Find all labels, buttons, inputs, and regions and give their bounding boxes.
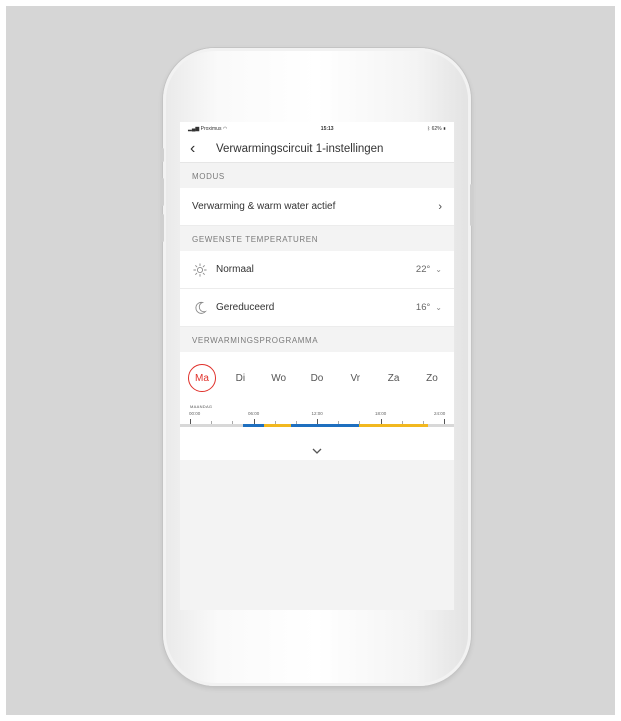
schedule-timeline[interactable]: MAANDAG 00:00 06:00 12:00 18:00 24:00 [180, 404, 454, 440]
section-program: VERWARMINGSPROGRAMMA [192, 336, 319, 345]
chevron-down-icon: ⌄ [435, 265, 442, 274]
carrier-info: ▂▄▆ Proximus ◠ [188, 126, 227, 132]
status-time: 15:13 [320, 126, 334, 132]
section-mode: MODUS [192, 172, 225, 181]
mode-value: Verwarming & warm water actief [192, 201, 336, 212]
timeline-tick [190, 419, 191, 424]
timeline-segment-reduced [290, 424, 360, 427]
carrier-name: Proximus [200, 126, 222, 132]
day-tab-wo[interactable]: Wo [265, 364, 293, 392]
page-title: Verwarmingscircuit 1-instellingen [216, 143, 384, 155]
day-tab-za[interactable]: Za [380, 364, 408, 392]
timeline-tick [211, 421, 213, 424]
battery-percent: 62% [431, 126, 442, 132]
bluetooth-icon: ᛒ [427, 126, 431, 132]
expand-button[interactable] [180, 440, 454, 460]
mute-switch [161, 148, 164, 162]
chevron-right-icon: › [438, 200, 442, 213]
section-temperatures: GEWENSTE TEMPERATUREN [192, 235, 319, 244]
mode-row[interactable]: Verwarming & warm water actief › [180, 188, 454, 226]
app-screen: ▂▄▆ Proximus ◠ 15:13 ᛒ 62% ▮ ‹ Verwarmin… [180, 122, 454, 610]
temperature-label: Gereduceerd [216, 302, 275, 313]
volume-down-button [161, 214, 164, 242]
temperature-row-normal[interactable]: Normaal 22° ⌄ [180, 251, 454, 289]
moon-icon [192, 300, 208, 316]
day-tab-do[interactable]: Do [303, 364, 331, 392]
status-bar: ▂▄▆ Proximus ◠ 15:13 ᛒ 62% ▮ [180, 122, 454, 136]
wifi-icon: ◠ [222, 126, 228, 132]
timeline-time-label: 18:00 [375, 411, 387, 416]
timeline-time-label: 24:00 [434, 411, 446, 416]
chevron-down-icon [312, 441, 322, 459]
timeline-tick [444, 419, 445, 424]
temperature-row-reduced[interactable]: Gereduceerd 16° ⌄ [180, 289, 454, 327]
battery-info: ᛒ 62% ▮ [427, 126, 446, 132]
timeline-day-label: MAANDAG [190, 404, 213, 409]
timeline-segment-normal [264, 424, 291, 427]
timeline-time-label: 06:00 [248, 411, 260, 416]
power-button [470, 184, 473, 226]
chevron-down-icon: ⌄ [435, 303, 442, 312]
timeline-segment-reduced [242, 424, 265, 427]
temperature-label: Normaal [216, 264, 254, 275]
battery-icon: ▮ [442, 126, 446, 132]
day-tab-zo[interactable]: Zo [418, 364, 446, 392]
signal-icon: ▂▄▆ [188, 126, 200, 132]
timeline-time-label: 12:00 [311, 411, 323, 416]
day-selector: Ma Di Wo Do Vr Za Zo [180, 352, 454, 404]
temperature-value: 22° [415, 264, 431, 275]
timeline-time-label: 00:00 [189, 411, 201, 416]
day-tab-vr[interactable]: Vr [341, 364, 369, 392]
temperature-value: 16° [415, 302, 431, 313]
nav-bar: ‹ Verwarmingscircuit 1-instellingen [180, 136, 454, 163]
volume-up-button [161, 178, 164, 206]
timeline-tick [232, 421, 234, 424]
back-chevron-icon[interactable]: ‹ [190, 141, 208, 157]
sun-icon [192, 262, 208, 278]
timeline-segment-normal [359, 424, 429, 427]
day-tab-ma[interactable]: Ma [188, 364, 216, 392]
day-tab-di[interactable]: Di [226, 364, 254, 392]
